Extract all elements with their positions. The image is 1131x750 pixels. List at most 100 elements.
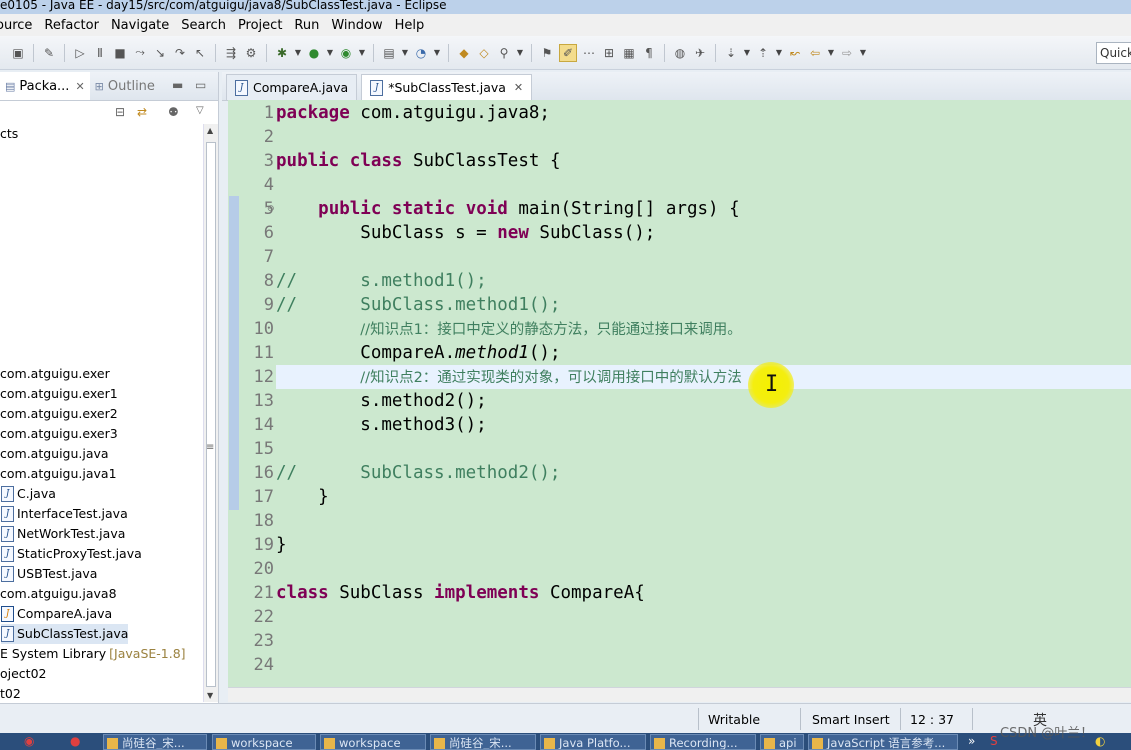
toggle-breadcrumb-icon[interactable]: ⚑ bbox=[539, 45, 555, 61]
tree-item[interactable]: J InterfaceTest.java bbox=[1, 504, 128, 524]
code-line[interactable]: public static void main(String[] args) { bbox=[276, 197, 1131, 221]
code-area[interactable]: package com.atguigu.java8; public class S… bbox=[276, 100, 1131, 687]
menu-item[interactable]: ource bbox=[0, 18, 38, 33]
code-line[interactable]: } bbox=[276, 485, 1131, 509]
code-line[interactable]: //知识点2：通过实现类的对象，可以调用接口中的默认方法 bbox=[276, 365, 1131, 389]
taskbar-button[interactable]: JavaScript 语言参考... bbox=[808, 734, 958, 750]
tree-item[interactable]: com.atguigu.exer2 bbox=[0, 404, 118, 424]
next-annotation-icon[interactable]: ⇣ bbox=[723, 45, 739, 61]
link-with-editor-icon[interactable]: ⇄ bbox=[137, 105, 147, 119]
resume-icon[interactable]: ▷ bbox=[72, 45, 88, 61]
code-line[interactable] bbox=[276, 629, 1131, 653]
scroll-up-icon[interactable]: ▲ bbox=[207, 126, 213, 135]
tab-outline[interactable]: ⊞ Outline bbox=[90, 72, 160, 100]
tray-clock-icon[interactable]: ◐ bbox=[1095, 734, 1105, 748]
taskbar-button[interactable]: workspace bbox=[320, 734, 426, 750]
taskbar-button[interactable]: 尚硅谷_宋... bbox=[430, 734, 536, 750]
scroll-down-icon[interactable]: ▼ bbox=[207, 691, 213, 700]
open-task-icon[interactable]: ◇ bbox=[476, 45, 492, 61]
search-dropdown-icon[interactable]: ▼ bbox=[516, 45, 524, 61]
taskbar-button[interactable]: 尚硅谷_宋... bbox=[103, 734, 207, 750]
code-line[interactable] bbox=[276, 557, 1131, 581]
pin-icon[interactable]: ✈ bbox=[692, 45, 708, 61]
taskbar-button[interactable]: Java Platfo... bbox=[540, 734, 646, 750]
suspend-icon[interactable]: Ⅱ bbox=[92, 45, 108, 61]
minimize-icon[interactable]: ▬ bbox=[172, 78, 183, 92]
browser-icon[interactable]: ● bbox=[70, 734, 80, 748]
code-line[interactable]: s.method2(); bbox=[276, 389, 1131, 413]
coverage-icon[interactable]: ◉ bbox=[338, 45, 354, 61]
tray-app-icon[interactable]: S bbox=[990, 734, 998, 748]
run-icon[interactable]: ● bbox=[306, 45, 322, 61]
code-line[interactable] bbox=[276, 653, 1131, 677]
run-dropdown-icon[interactable]: ▼ bbox=[326, 45, 334, 61]
menu-item[interactable]: Search bbox=[175, 18, 232, 33]
new-server-icon[interactable]: ▤ bbox=[381, 45, 397, 61]
scroll-thumb[interactable] bbox=[206, 142, 216, 687]
open-type-icon[interactable]: ◆ bbox=[456, 45, 472, 61]
new-server-dropdown-icon[interactable]: ▼ bbox=[401, 45, 409, 61]
skip-breakpoints-icon[interactable]: ✎ bbox=[41, 45, 57, 61]
code-line[interactable]: SubClass s = new SubClass(); bbox=[276, 221, 1131, 245]
tree-item[interactable]: com.atguigu.exer1 bbox=[0, 384, 118, 404]
fold-collapse-icon[interactable]: ⊖ bbox=[267, 204, 275, 214]
code-line[interactable]: } bbox=[276, 533, 1131, 557]
show-whitespace-icon[interactable]: ⊞ bbox=[601, 45, 617, 61]
tree-item[interactable]: com.atguigu.java1 bbox=[0, 464, 117, 484]
menu-item[interactable]: Window bbox=[325, 18, 388, 33]
tab-package-explorer[interactable]: ▤ Packa... ✕ bbox=[0, 72, 90, 100]
terminate-icon[interactable]: ■ bbox=[112, 45, 128, 61]
debug-dropdown-icon[interactable]: ▼ bbox=[294, 45, 302, 61]
debug-icon[interactable]: ✱ bbox=[274, 45, 290, 61]
tree-item[interactable]: J NetWorkTest.java bbox=[1, 524, 125, 544]
close-icon[interactable]: ✕ bbox=[75, 80, 84, 93]
code-line[interactable]: s.method3(); bbox=[276, 413, 1131, 437]
code-line[interactable] bbox=[276, 437, 1131, 461]
focus-icon[interactable]: ⚉ bbox=[168, 105, 179, 119]
code-line[interactable] bbox=[276, 173, 1131, 197]
code-line[interactable]: //知识点1：接口中定义的静态方法，只能通过接口来调用。 bbox=[276, 317, 1131, 341]
previous-annotation-icon[interactable]: ⇡ bbox=[755, 45, 771, 61]
code-line[interactable] bbox=[276, 245, 1131, 269]
tree-item[interactable]: cts bbox=[0, 124, 18, 144]
tree-item[interactable]: com.atguigu.java bbox=[0, 444, 109, 464]
forward-icon[interactable]: ⇨ bbox=[839, 45, 855, 61]
globe-icon[interactable]: ◍ bbox=[672, 45, 688, 61]
code-editor[interactable]: 1 2 3 4 5 6 7 8 9 10 11 12 13 14 15 16 17 18 19 20 21 22 23 24 … bbox=[228, 100, 1131, 687]
taskbar-button[interactable]: Recording... bbox=[650, 734, 756, 750]
step-into-icon[interactable]: ↘ bbox=[152, 45, 168, 61]
forward-dropdown-icon[interactable]: ▼ bbox=[859, 45, 867, 61]
menu-item[interactable]: Navigate bbox=[105, 18, 175, 33]
next-annotation-dropdown-icon[interactable]: ▼ bbox=[743, 45, 751, 61]
code-line[interactable]: class SubClass implements CompareA{ bbox=[276, 581, 1131, 605]
code-line[interactable] bbox=[276, 125, 1131, 149]
tree-item[interactable]: com.atguigu.exer bbox=[0, 364, 110, 384]
quick-access-field[interactable]: Quick bbox=[1096, 42, 1131, 64]
external-tools-dropdown-icon[interactable]: ▼ bbox=[433, 45, 441, 61]
tab-subclasstest-java[interactable]: J *SubClassTest.java ✕ bbox=[361, 74, 533, 100]
code-line[interactable] bbox=[276, 605, 1131, 629]
tree-item[interactable]: com.atguigu.exer3 bbox=[0, 424, 118, 444]
tray-expand-icon[interactable]: » bbox=[968, 734, 975, 748]
tree-item[interactable]: t02 bbox=[0, 684, 21, 702]
code-line[interactable]: public class SubClassTest { bbox=[276, 149, 1131, 173]
show-source-icon[interactable]: ▦ bbox=[621, 45, 637, 61]
tree-item[interactable]: J SubClassTest.java bbox=[1, 624, 129, 644]
code-line[interactable]: // SubClass.method2(); bbox=[276, 461, 1131, 485]
menu-item[interactable]: Project bbox=[232, 18, 288, 33]
step-over-icon[interactable]: ↷ bbox=[172, 45, 188, 61]
disconnect-icon[interactable]: ⤳ bbox=[132, 45, 148, 61]
code-line[interactable]: package com.atguigu.java8; bbox=[276, 101, 1131, 125]
toggle-block-selection-icon[interactable]: ⋯ bbox=[581, 45, 597, 61]
use-step-filters-icon[interactable]: ⇶ bbox=[223, 45, 239, 61]
tree-item[interactable]: J StaticProxyTest.java bbox=[1, 544, 142, 564]
maximize-icon[interactable]: ▭ bbox=[195, 78, 206, 92]
start-icon[interactable]: ◉ bbox=[24, 734, 34, 748]
tree-item[interactable]: oject02 bbox=[0, 664, 47, 684]
code-line[interactable]: CompareA.method1(); bbox=[276, 341, 1131, 365]
editor-horizontal-scrollbar[interactable] bbox=[228, 687, 1131, 702]
tab-comparea-java[interactable]: J CompareA.java bbox=[226, 74, 358, 100]
coverage-dropdown-icon[interactable]: ▼ bbox=[358, 45, 366, 61]
paragraph-icon[interactable]: ¶ bbox=[641, 45, 657, 61]
menu-item[interactable]: Help bbox=[389, 18, 431, 33]
